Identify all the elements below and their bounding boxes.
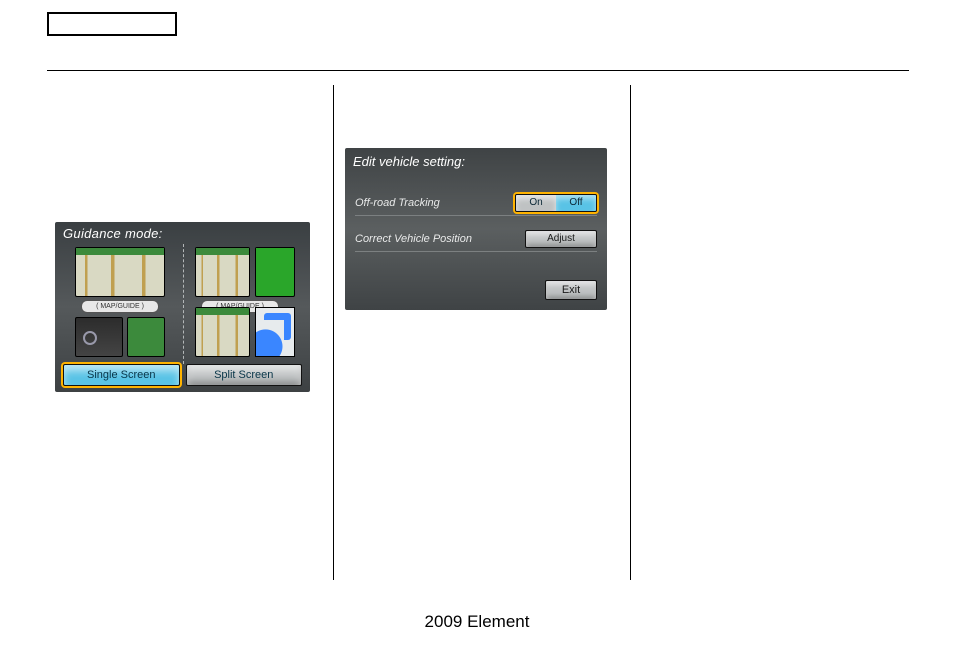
- mini-green-icon: [127, 317, 165, 357]
- header-rule: [47, 70, 909, 71]
- map-thumb-single: [75, 247, 165, 297]
- map-thumb-split-bottom-left: [195, 307, 250, 357]
- exit-button[interactable]: Exit: [545, 280, 597, 300]
- offroad-tracking-label: Off-road Tracking: [355, 197, 515, 209]
- offroad-tracking-toggle[interactable]: On Off: [515, 194, 597, 212]
- guidance-mode-panel: Guidance mode: ( MAP/GUIDE ) ( MAP/GUIDE…: [55, 222, 310, 392]
- adjust-button[interactable]: Adjust: [525, 230, 597, 248]
- turn-arrow-icon: [255, 307, 295, 357]
- guidance-mode-title: Guidance mode:: [63, 226, 163, 241]
- exit-row: Exit: [545, 280, 597, 302]
- toggle-on[interactable]: On: [516, 195, 556, 211]
- vehicle-setting-title: Edit vehicle setting:: [353, 154, 465, 169]
- map-thumb-split-left: [195, 247, 250, 297]
- correct-vehicle-label: Correct Vehicle Position: [355, 233, 525, 245]
- column-separator-2: [630, 85, 631, 580]
- guidance-mode-divider: [183, 244, 184, 364]
- split-screen-button[interactable]: Split Screen: [186, 364, 303, 386]
- toggle-off[interactable]: Off: [556, 195, 596, 211]
- audio-unit-icon: [75, 317, 123, 357]
- vehicle-setting-panel: Edit vehicle setting: Off-road Tracking …: [345, 148, 607, 310]
- header-box: [47, 12, 177, 36]
- footer-text: 2009 Element: [0, 612, 954, 632]
- column-separator-1: [333, 85, 334, 580]
- map-guide-pill-left: ( MAP/GUIDE ): [81, 300, 159, 313]
- correct-vehicle-row: Correct Vehicle Position Adjust: [355, 226, 597, 252]
- guidance-mode-buttons: Single Screen Split Screen: [63, 364, 302, 386]
- map-thumb-split-right: [255, 247, 295, 297]
- single-screen-button[interactable]: Single Screen: [63, 364, 180, 386]
- offroad-tracking-row: Off-road Tracking On Off: [355, 190, 597, 216]
